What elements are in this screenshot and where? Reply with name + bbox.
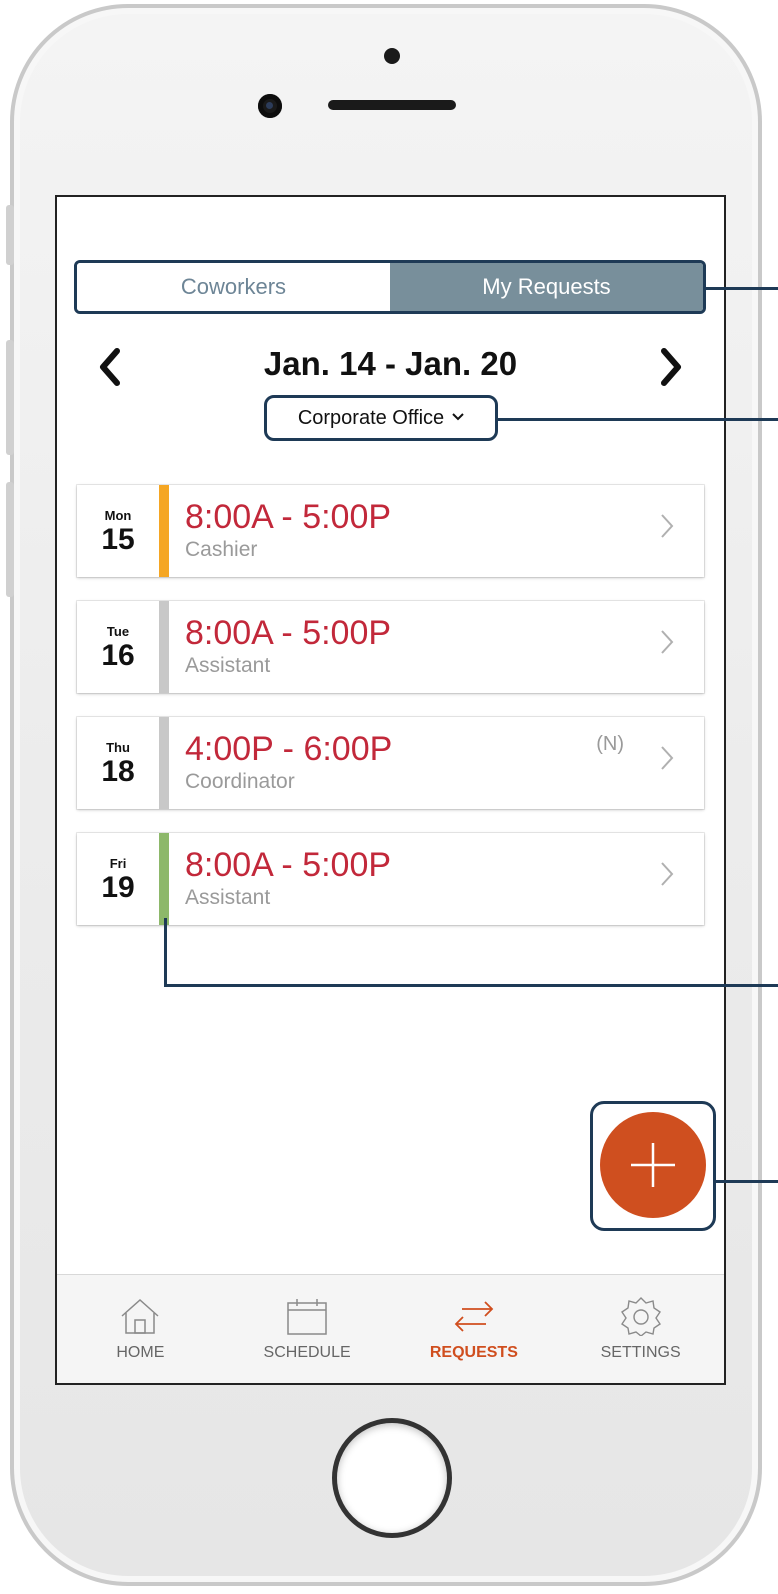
shift-role: Coordinator	[185, 769, 295, 793]
shift-date: Mon 15	[77, 485, 159, 577]
bottom-tab-bar: HOME SCHEDULE REQUESTS SETTINGS	[57, 1274, 724, 1383]
shift-row[interactable]: Thu 18 4:00P - 6:00P Coordinator (N)	[77, 717, 704, 809]
shift-status-bar	[159, 717, 169, 809]
tab-settings-label: SETTINGS	[600, 1344, 681, 1361]
tab-requests-label: REQUESTS	[429, 1344, 518, 1361]
week-range-title: Jan. 14 - Jan. 20	[263, 345, 518, 382]
shift-weekday: Tue	[106, 623, 130, 639]
home-icon	[121, 1298, 159, 1334]
shift-day-number: 15	[101, 522, 135, 556]
shift-date: Tue 16	[77, 601, 159, 693]
shift-weekday: Fri	[109, 855, 127, 871]
volume-up-button	[6, 340, 14, 455]
callout-line-location	[496, 418, 778, 421]
tab-home-label: HOME	[116, 1344, 165, 1361]
shift-day-number: 18	[101, 754, 135, 788]
tab-home[interactable]: HOME	[57, 1275, 224, 1383]
swap-arrows-icon	[454, 1301, 494, 1332]
add-request-button[interactable]	[600, 1112, 706, 1218]
shift-row[interactable]: Mon 15 8:00A - 5:00P Cashier	[77, 485, 704, 577]
mute-switch	[6, 205, 14, 265]
shift-date: Fri 19	[77, 833, 159, 925]
chevron-right-icon	[660, 861, 674, 894]
tab-requests[interactable]: REQUESTS	[391, 1275, 558, 1383]
chevron-right-icon	[660, 629, 674, 662]
proximity-sensor	[384, 48, 400, 64]
app-screen: Coworkers My Requests Jan. 14 - Jan. 20 …	[55, 195, 726, 1385]
earpiece-speaker	[328, 100, 456, 110]
chevron-right-icon	[661, 348, 681, 386]
shift-list: Mon 15 8:00A - 5:00P Cashier Tue 16 8:00…	[77, 485, 704, 949]
shift-time: 4:00P - 6:00P	[185, 730, 393, 769]
shift-status-bar	[159, 833, 169, 925]
chevron-down-icon	[452, 409, 464, 424]
shift-time: 8:00A - 5:00P	[185, 498, 392, 537]
shift-day-number: 19	[101, 870, 135, 904]
shift-date: Thu 18	[77, 717, 159, 809]
home-button[interactable]	[332, 1418, 452, 1538]
chevron-right-icon	[660, 745, 674, 778]
requests-segmented-control: Coworkers My Requests	[74, 260, 706, 314]
front-camera	[258, 94, 282, 118]
tab-schedule[interactable]: SCHEDULE	[224, 1275, 391, 1383]
tab-my-requests[interactable]: My Requests	[390, 263, 703, 311]
calendar-icon	[287, 1299, 327, 1335]
shift-status-bar	[159, 485, 169, 577]
shift-time: 8:00A - 5:00P	[185, 614, 392, 653]
tab-settings[interactable]: SETTINGS	[557, 1275, 724, 1383]
shift-note: (N)	[596, 733, 624, 755]
plus-icon	[631, 1143, 675, 1187]
next-week-button[interactable]	[658, 347, 684, 394]
tab-coworkers[interactable]: Coworkers	[77, 263, 390, 311]
callout-line-segmented	[704, 287, 778, 290]
tab-schedule-label: SCHEDULE	[263, 1344, 351, 1361]
chevron-right-icon	[660, 513, 674, 546]
shift-row[interactable]: Tue 16 8:00A - 5:00P Assistant	[77, 601, 704, 693]
shift-role: Assistant	[185, 885, 271, 909]
location-label: Corporate Office	[297, 406, 445, 429]
shift-row[interactable]: Fri 19 8:00A - 5:00P Assistant	[77, 833, 704, 925]
shift-status-bar	[159, 601, 169, 693]
shift-day-number: 16	[101, 638, 135, 672]
location-dropdown[interactable]: Corporate Office	[264, 395, 498, 441]
shift-role: Cashier	[185, 537, 258, 561]
shift-time: 8:00A - 5:00P	[185, 846, 392, 885]
volume-down-button	[6, 482, 14, 597]
callout-line-status-bar-vertical	[164, 918, 167, 986]
callout-line-fab	[714, 1180, 778, 1183]
shift-weekday: Thu	[106, 739, 130, 755]
callout-line-status-bar	[164, 984, 778, 987]
gear-icon	[620, 1297, 661, 1336]
shift-role: Assistant	[185, 653, 271, 677]
shift-weekday: Mon	[104, 507, 132, 523]
